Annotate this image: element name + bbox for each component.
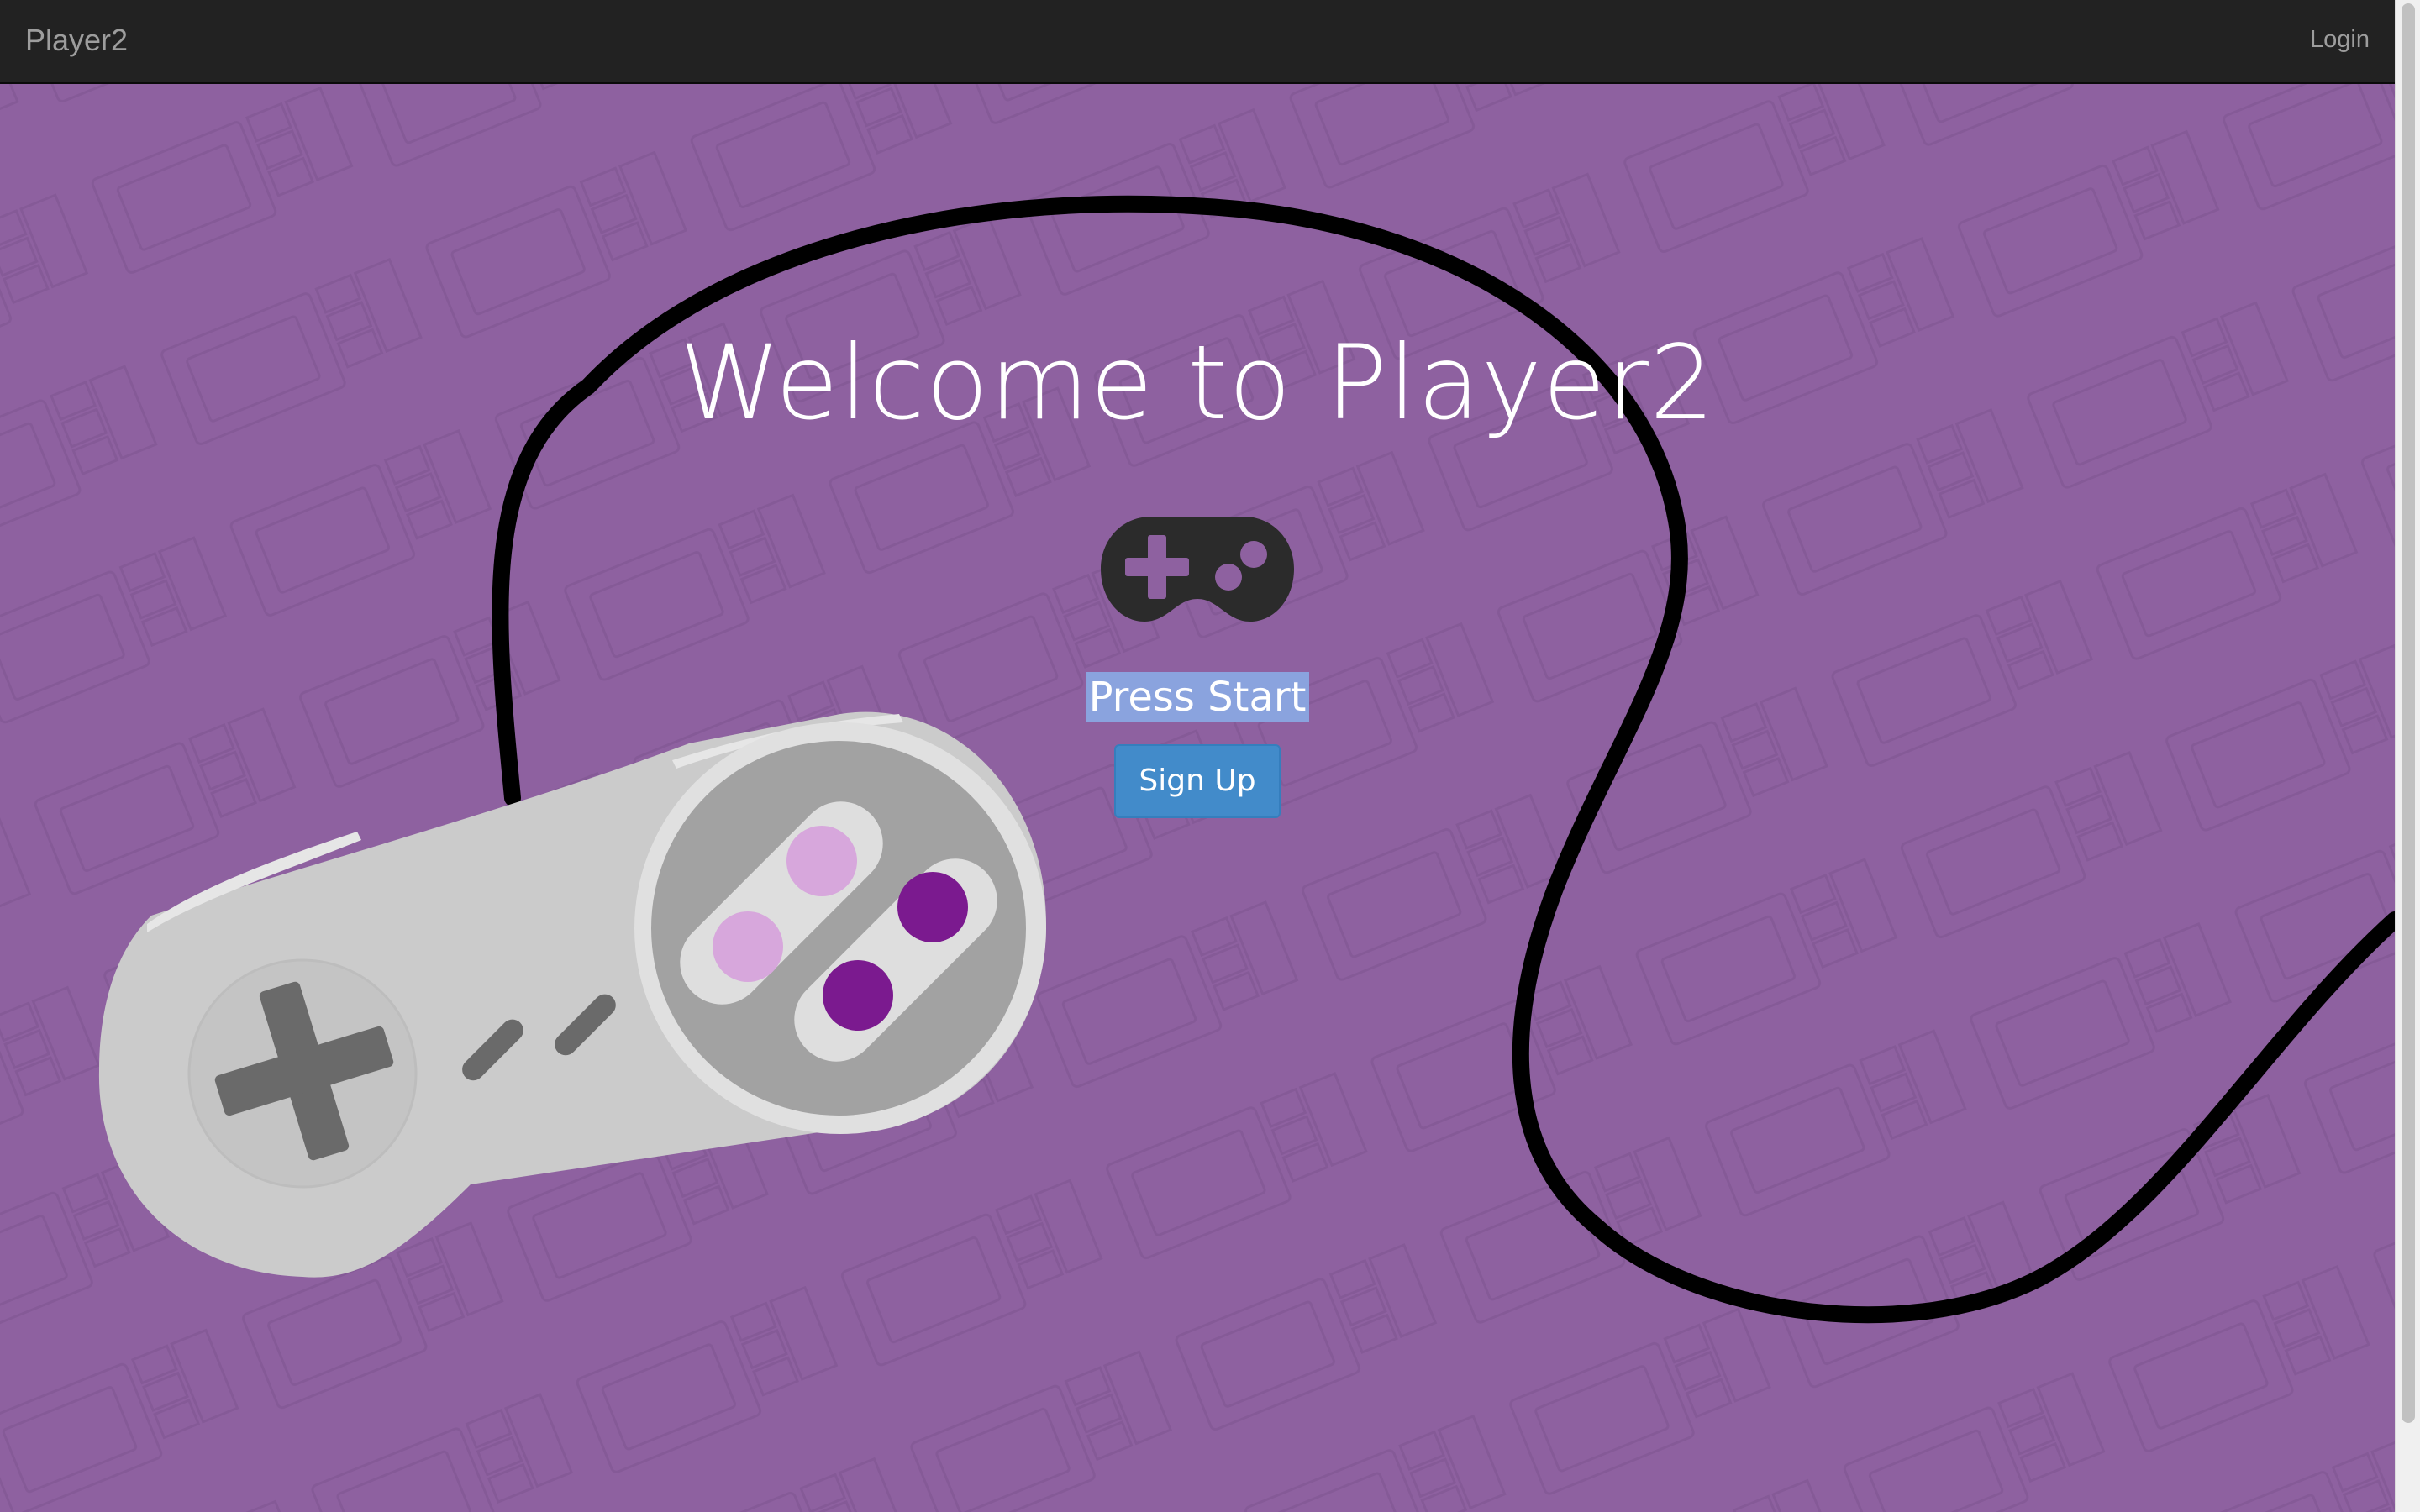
- gamepad-icon: [1101, 517, 1294, 622]
- scrollbar-thumb[interactable]: [2402, 3, 2415, 1423]
- top-navbar: Player2 Login: [0, 0, 2395, 84]
- vertical-scrollbar[interactable]: [2395, 0, 2420, 1512]
- login-link[interactable]: Login: [2310, 26, 2370, 54]
- hero-section: Welcome to Player2 Press Start Sign Up: [0, 84, 2395, 1512]
- press-start-label: Press Start: [1085, 672, 1310, 722]
- sign-up-button[interactable]: Sign Up: [1114, 744, 1281, 818]
- brand-link[interactable]: Player2: [25, 23, 128, 58]
- page-viewport: Player2 Login Welcome to Player2 Press S…: [0, 0, 2395, 1512]
- hero-title: Welcome to Player2: [679, 323, 1716, 443]
- press-start-text: Press Start: [0, 672, 2395, 722]
